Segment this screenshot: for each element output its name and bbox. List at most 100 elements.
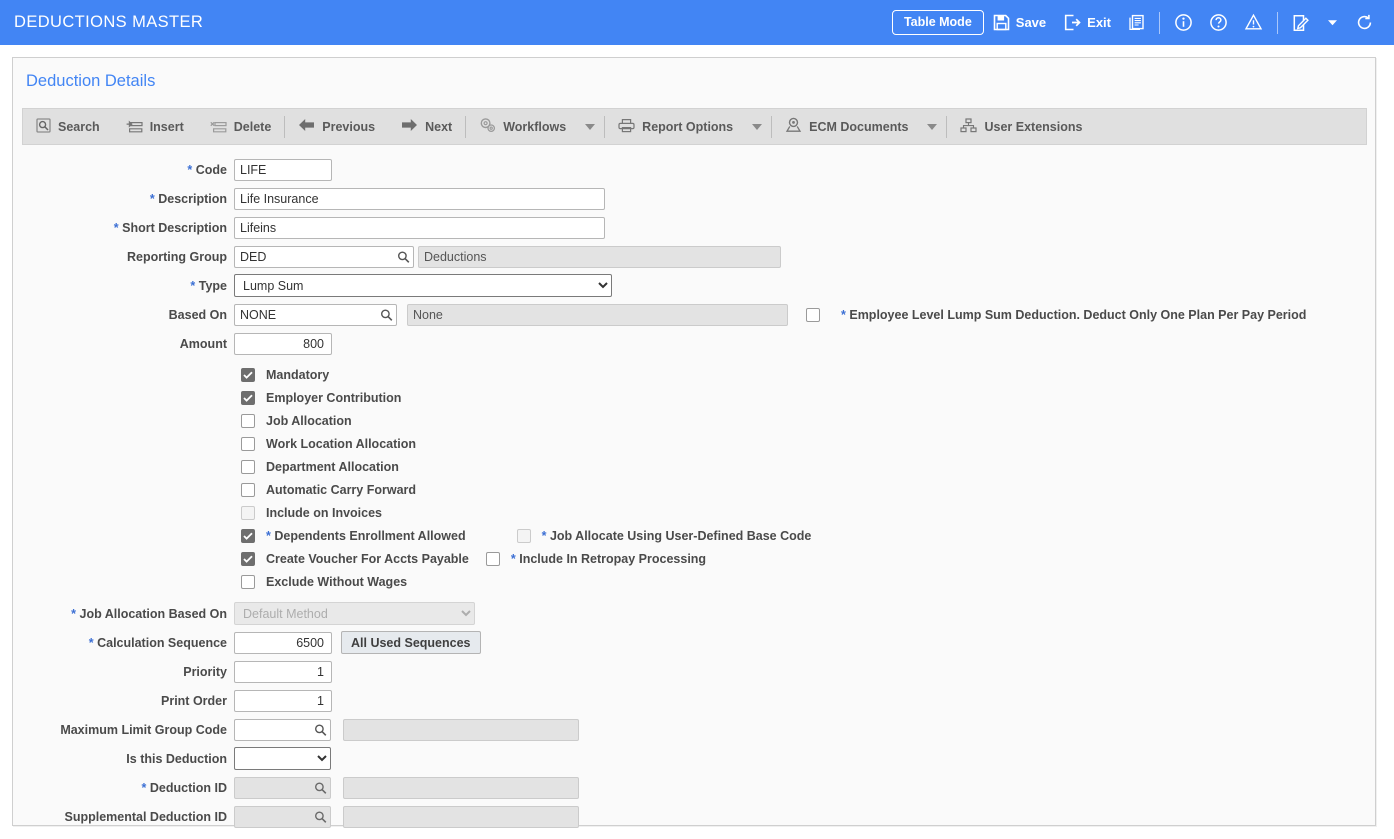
include-retropay-label: * Include In Retropay Processing (511, 552, 706, 566)
employee-level-note: * Employee Level Lump Sum Deduction. Ded… (841, 308, 1306, 322)
report-options-button[interactable]: Report Options (605, 109, 746, 144)
exit-button[interactable]: Exit (1055, 0, 1120, 45)
short-description-input[interactable] (234, 216, 605, 239)
calculation-sequence-label-text: Calculation Sequence (97, 635, 227, 650)
chevron-down-icon[interactable] (1318, 0, 1347, 45)
search-button[interactable]: Search (23, 109, 113, 144)
user-extensions-button[interactable]: User Extensions (947, 109, 1095, 144)
all-used-sequences-button[interactable]: All Used Sequences (341, 631, 481, 654)
search-label: Search (58, 119, 100, 134)
required-marker: * (541, 528, 547, 543)
job-allocation-based-on-select: Default Method (234, 602, 475, 625)
printer-icon (618, 118, 635, 136)
work-location-allocation-checkbox[interactable] (241, 436, 255, 451)
workflows-dropdown[interactable] (579, 109, 604, 144)
include-on-invoices-label: Include on Invoices (266, 505, 382, 520)
next-label: Next (425, 119, 453, 134)
include-retropay-checkbox[interactable] (485, 551, 500, 566)
previous-button[interactable]: Previous (285, 109, 388, 144)
department-allocation-label: Department Allocation (266, 459, 399, 474)
print-order-input[interactable] (234, 689, 332, 712)
type-label-text: Type (198, 278, 227, 293)
print-order-label: Print Order (161, 693, 227, 708)
checkbox-row-work-location-allocation: Work Location Allocation (13, 432, 1375, 455)
ecm-documents-dropdown[interactable] (921, 109, 946, 144)
field-row-job-allocation-based-on: * Job Allocation Based On Default Method (13, 599, 1375, 628)
job-allocation-checkbox[interactable] (241, 413, 255, 428)
notes-icon[interactable] (1284, 0, 1318, 45)
description-input[interactable] (234, 187, 605, 210)
employer-contribution-checkbox[interactable] (241, 390, 255, 405)
calculation-sequence-input[interactable] (234, 631, 332, 654)
supplemental-deduction-id-label: Supplemental Deduction ID (64, 809, 227, 824)
checkbox-row-create-voucher: Create Voucher For Accts Payable * Inclu… (13, 547, 1375, 570)
required-marker: * (113, 220, 119, 235)
dependents-enrollment-label: * Dependents Enrollment Allowed (266, 529, 466, 543)
hierarchy-icon (960, 117, 978, 136)
required-marker: * (841, 307, 846, 322)
field-row-maximum-limit-group-code: Maximum Limit Group Code (13, 715, 1375, 744)
info-icon[interactable] (1166, 0, 1201, 45)
checkbox-row-department-allocation: Department Allocation (13, 455, 1375, 478)
job-allocate-user-defined-label-text: Job Allocate Using User-Defined Base Cod… (549, 528, 812, 543)
table-mode-button[interactable]: Table Mode (891, 9, 984, 36)
checkbox-row-dependents-enrollment: * Dependents Enrollment Allowed * Job Al… (13, 524, 1375, 547)
checkbox-row-employer-contribution: Employer Contribution (13, 386, 1375, 409)
arrow-right-icon (401, 118, 418, 135)
exclude-without-wages-checkbox[interactable] (241, 574, 255, 589)
help-icon[interactable] (1201, 0, 1236, 45)
user-extensions-label: User Extensions (984, 119, 1083, 134)
field-row-calculation-sequence: * Calculation Sequence All Used Sequence… (13, 628, 1375, 657)
include-retropay-label-text: Include In Retropay Processing (519, 551, 707, 566)
refresh-icon[interactable] (1347, 0, 1382, 45)
field-row-reporting-group: Reporting Group (13, 242, 1375, 271)
required-marker: * (71, 606, 77, 621)
amount-label: Amount (179, 336, 227, 351)
code-input[interactable] (234, 158, 332, 181)
supplemental-deduction-id-lookup (234, 805, 331, 828)
deduction-details-card: Deduction Details Search Insert Delete P… (12, 57, 1376, 828)
automatic-carry-forward-checkbox[interactable] (241, 482, 255, 497)
employee-level-note-text: Employee Level Lump Sum Deduction. Deduc… (849, 307, 1307, 322)
create-voucher-checkbox[interactable] (241, 551, 255, 566)
reporting-group-input[interactable] (234, 245, 414, 268)
code-label: * Code (13, 163, 234, 177)
amount-input[interactable] (234, 332, 332, 355)
field-row-supplemental-deduction-id: Supplemental Deduction ID (13, 802, 1375, 831)
description-label: * Description (13, 192, 234, 206)
chevron-down-icon (927, 123, 938, 130)
job-allocation-based-on-label: * Job Allocation Based On (13, 607, 234, 621)
field-row-short-description: * Short Description (13, 213, 1375, 242)
mandatory-label: Mandatory (266, 367, 330, 382)
job-allocate-user-defined-label: * Job Allocate Using User-Defined Base C… (542, 529, 812, 543)
employee-level-lump-sum-checkbox[interactable] (806, 307, 820, 322)
maximum-limit-group-code-input[interactable] (234, 718, 331, 741)
maximum-limit-group-code-label: Maximum Limit Group Code (60, 722, 227, 737)
save-button[interactable]: Save (984, 0, 1055, 45)
ecm-documents-button[interactable]: ECM Documents (772, 109, 921, 144)
action-toolbar: Search Insert Delete Previous Next Workf… (22, 108, 1367, 145)
print-icon[interactable] (1120, 0, 1153, 45)
next-button[interactable]: Next (388, 109, 465, 144)
chevron-down-icon (752, 123, 763, 130)
report-options-dropdown[interactable] (746, 109, 771, 144)
is-this-deduction-select[interactable] (234, 747, 331, 770)
based-on-lookup (234, 303, 397, 326)
insert-button[interactable]: Insert (113, 109, 197, 144)
type-select[interactable]: Lump Sum (234, 274, 612, 297)
priority-label: Priority (183, 664, 227, 679)
mandatory-checkbox[interactable] (241, 367, 255, 382)
based-on-input[interactable] (234, 303, 397, 326)
department-allocation-checkbox[interactable] (241, 459, 255, 474)
reporting-group-label: Reporting Group (127, 249, 227, 264)
workflows-button[interactable]: Workflows (466, 109, 579, 144)
warning-icon[interactable] (1236, 0, 1271, 45)
description-label-text: Description (158, 191, 227, 206)
dependents-enrollment-checkbox[interactable] (241, 528, 255, 543)
priority-input[interactable] (234, 660, 332, 683)
save-icon (993, 14, 1010, 31)
include-on-invoices-checkbox (241, 505, 255, 520)
job-allocation-based-on-label-text: Job Allocation Based On (79, 606, 227, 621)
exit-label: Exit (1087, 15, 1111, 30)
delete-button[interactable]: Delete (197, 109, 285, 144)
